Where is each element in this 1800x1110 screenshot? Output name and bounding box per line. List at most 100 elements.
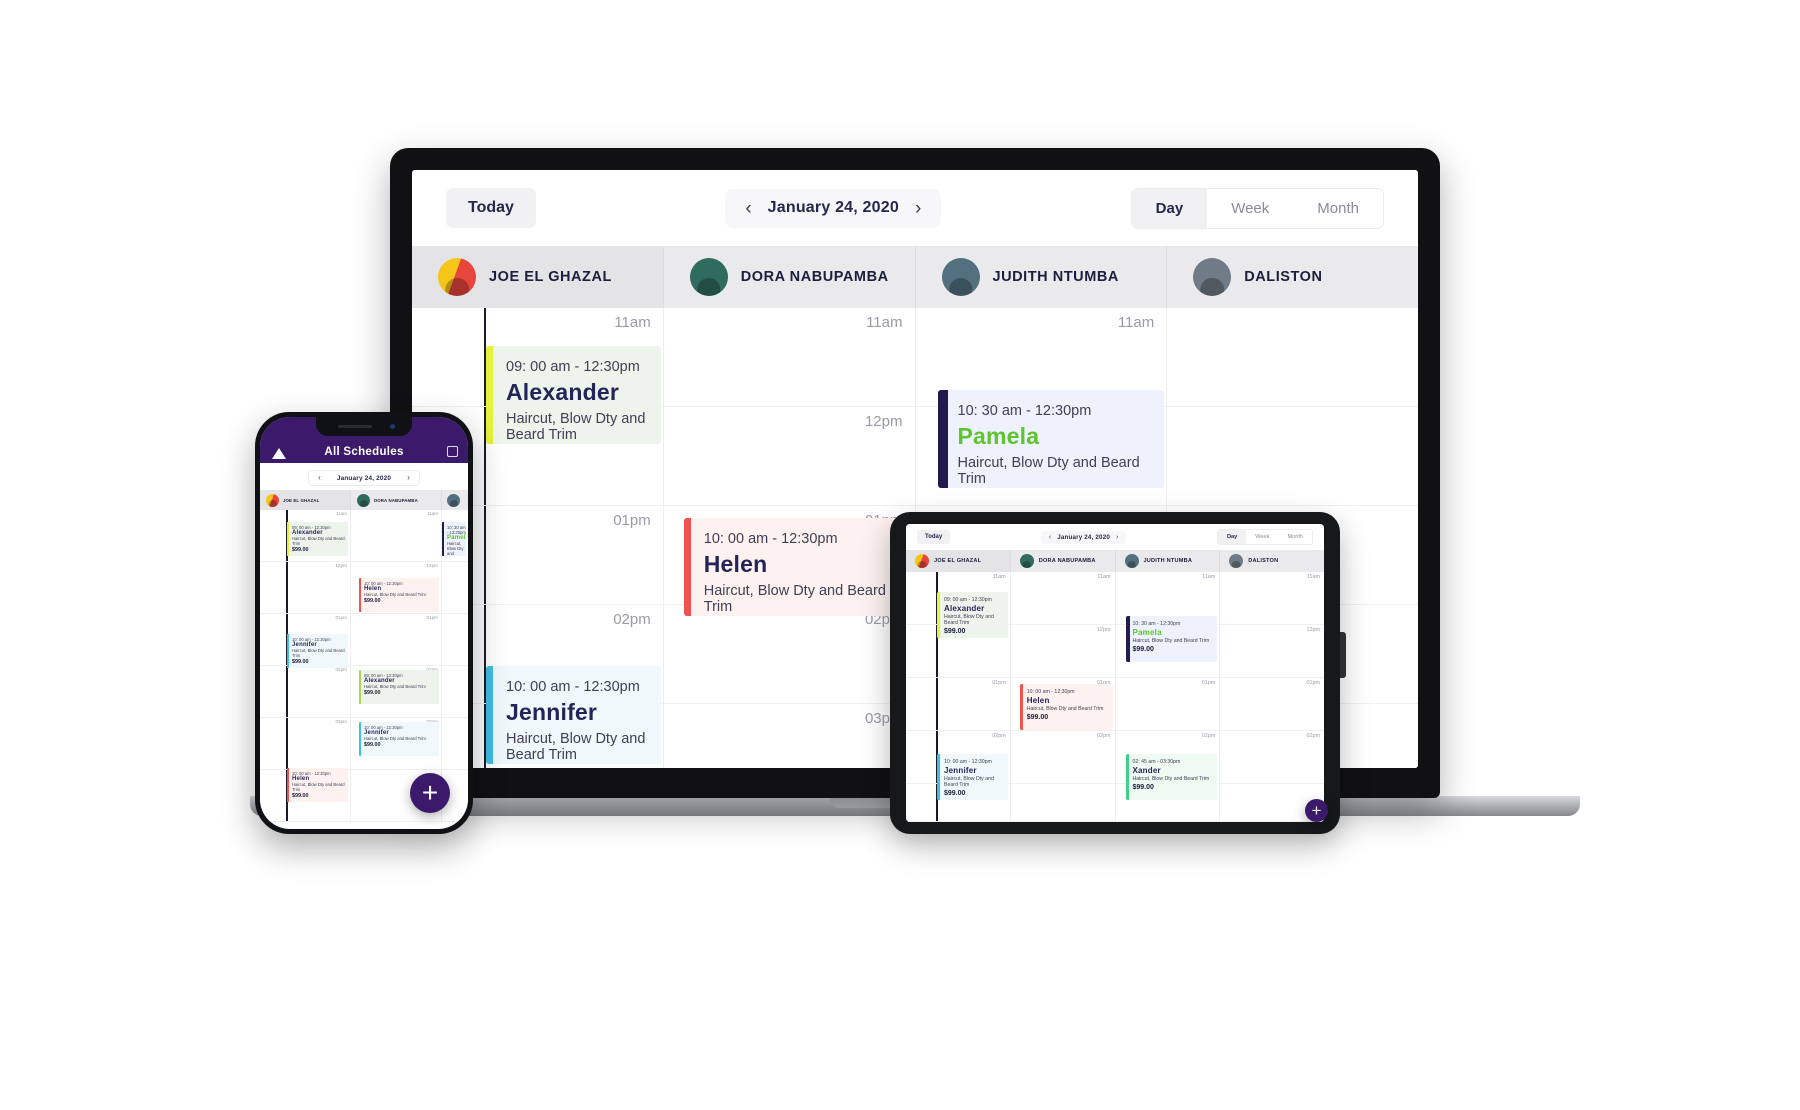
view-tab-month[interactable]: Month [1293,188,1383,228]
schedule-column-daliston[interactable]: 11am 12pm 01pm 02pm [1220,572,1324,822]
appointment-service: Haircut, Blow Dty and Beard Trim [447,541,464,556]
appointment-pamela[interactable]: 10: 30 am - 12:30pm Pamela Haircut, Blow… [1125,616,1218,662]
appointment-alexander[interactable]: 09: 00 am - 12:30pm Alexander Haircut, B… [287,522,348,556]
avatar-joe-el-ghazal [915,554,929,568]
appointment-helen[interactable]: 10: 00 am - 12:30pm Helen Haircut, Blow … [287,768,348,802]
time-label: 11am [1117,314,1155,331]
time-label: 02pm [1201,733,1216,739]
appointment-client: Pamela [957,423,1040,449]
appointment-service: Haircut, Blow Dty and Beard Trim [1132,776,1210,782]
next-day-icon[interactable]: › [915,199,921,218]
today-button[interactable]: Today [446,188,536,228]
appointment-jennifer[interactable]: 10: 00 am - 12:30pm Jennifer Haircut, Bl… [486,666,661,764]
today-button[interactable]: Today [917,530,951,544]
staff-name: DORA NABUPAMBA [374,497,418,503]
appointment-color-bar [683,518,691,616]
view-tab-month[interactable]: Month [1278,530,1312,544]
appointment-service: Haircut, Blow Dty and Beard Trim [364,592,426,597]
prev-day-icon[interactable]: ‹ [1049,534,1051,541]
appointment-color-bar [486,346,493,444]
appointment-client: Helen [1026,696,1050,705]
time-label: 02pm [992,733,1006,739]
view-tab-week[interactable]: Week [1246,530,1279,544]
appointment-price: $99.00 [364,690,381,696]
view-tab-day[interactable]: Day [1131,188,1208,228]
staff-column-joe-el-ghazal[interactable]: JOE EL GHAZAL [412,246,664,308]
appointment-price: $99.00 [1026,714,1049,721]
avatar-joe-el-ghazal [438,258,476,296]
schedule-grid: 11am 12pm 01pm 02pm 09: 00 am - 12:30pm … [906,572,1324,822]
schedule-column-joe[interactable]: 11am 12pm 01pm 02pm 09: 00 am - 12:30pm … [906,572,1011,822]
appointment-time: 10: 00 am - 12:30pm [944,759,992,765]
prev-day-icon[interactable]: ‹ [318,474,321,482]
time-label: 11am [1306,574,1320,580]
appointment-jennifer[interactable]: 10: 00 am - 12:30pm Jennifer Haircut, Bl… [287,634,348,668]
staff-name: DORA NABUPAMBA [1038,558,1096,564]
appointment-time: 10: 00 am - 12:30pm [1026,689,1075,695]
time-label: 01pm [1201,680,1216,686]
appointment-jennifer[interactable]: 10: 00 am - 12:30pm Jennifer Haircut, Bl… [359,722,439,756]
front-camera-icon [390,424,395,429]
staff-header-row: JOE EL GHAZAL DORA NABUPAMBA [260,490,468,510]
avatar-judith-ntumba [1124,554,1139,568]
appointment-helen[interactable]: 10: 00 am - 12:30pm Helen Haircut, Blow … [683,518,913,616]
staff-column-judith-ntumba[interactable]: JUDITH NTUMBA [916,246,1168,308]
appointment-service: Haircut, Blow Dty and Beard Trim [944,776,994,788]
prev-day-icon[interactable]: ‹ [745,199,751,218]
appointment-helen[interactable]: 10: 00 am - 12:30pm Helen Haircut, Blow … [1019,684,1113,730]
staff-column-dora-nabupamba[interactable]: DORA NABUPAMBA [1011,550,1116,572]
time-label: 11am [866,314,903,331]
appointment-alexander[interactable]: 09: 00 am - 12:30pm Alexander Haircut, B… [359,670,439,704]
staff-column-dora-nabupamba[interactable]: DORA NABUPAMBA [664,246,916,308]
schedule-column-dora[interactable]: 11am 12pm 01pm 02pm 10: 00 am - 12:30pm … [1010,572,1116,822]
appointment-time: 10: 00 am - 12:30pm [506,679,640,695]
appointment-alexander[interactable]: 09: 00 am - 12:30pm Alexander Haircut, B… [486,346,661,444]
appointment-pamela[interactable]: 10: 30 am - 12:30pm Pamela Haircut, Blow… [442,522,466,556]
view-tab-day[interactable]: Day [1217,530,1247,544]
list-menu-icon[interactable] [447,446,458,457]
current-date-label: January 24, 2020 [1057,533,1110,541]
staff-column-daliston[interactable]: DALISTON [1167,246,1418,308]
schedule-column-judith[interactable]: 11am 12pm 01pm 02pm 10: 30 am - 12:30pm … [1115,572,1221,822]
view-tab-week[interactable]: Week [1207,188,1294,228]
avatar-judith-ntumba [447,493,460,507]
avatar-dora-nabupamba [689,258,728,296]
next-day-icon[interactable]: › [1116,534,1118,541]
staff-column-daliston[interactable]: DALISTON [1220,550,1324,572]
schedule-column-dora[interactable]: 11am 12pm 01pm 02pm 03pm 10: 00 am - 12:… [663,308,916,768]
appointment-client: Alexander [944,604,985,613]
phone-date-bar: ‹ January 24, 2020 › [260,463,468,490]
staff-column-judith-ntumba[interactable]: JUDITH NTUMBA [1116,550,1221,572]
appointment-alexander[interactable]: 09: 00 am - 12:30pm Alexander Haircut, B… [937,592,1008,638]
appointment-service: Haircut, Blow Dty and Beard Trim [506,731,646,763]
appointment-price: $99.00 [292,793,309,799]
appointment-service: Haircut, Blow Dty and Beard Trim [1026,706,1104,712]
staff-column-joe-el-ghazal[interactable]: JOE EL GHAZAL [260,490,351,510]
schedule-column-joe[interactable]: 11am 12pm 01pm 02pm 03pm 09: 00 am - 12:… [260,510,351,822]
appointment-price: $99.00 [364,598,381,604]
staff-name: JUDITH NTUMBA [992,269,1119,285]
appointment-color-bar [937,592,940,638]
staff-column-joe-el-ghazal[interactable]: JOE EL GHAZAL [906,550,1011,572]
avatar-dora-nabupamba [357,493,370,507]
appointment-time: 10: 30 am - 12:30pm [447,525,466,535]
phone-device: All Schedules ‹ January 24, 2020 › JOE E… [255,412,473,834]
appointment-helen[interactable]: 10: 00 am - 12:30pm Helen Haircut, Blow … [359,578,439,612]
appointment-client: Alexander [506,379,620,405]
add-appointment-button[interactable]: + [410,773,450,813]
add-appointment-button[interactable]: + [1305,799,1328,822]
appointment-pamela[interactable]: 10: 30 am - 12:30pm Pamela Haircut, Blow… [937,390,1165,488]
speaker-grill-icon [338,425,372,428]
staff-name: JOE EL GHAZAL [934,558,982,564]
next-day-icon[interactable]: › [407,474,410,482]
time-label: 01pm [426,615,439,620]
appointment-xander[interactable]: 02: 45 am - 03:30pm Xander Haircut, Blow… [1125,754,1218,800]
appointment-client: Jennifer [944,766,977,775]
appointment-client: Xander [1132,766,1161,775]
tablet-power-button[interactable] [1340,632,1346,678]
staff-column-dora-nabupamba[interactable]: DORA NABUPAMBA [351,490,442,510]
schedule-column-judith[interactable]: 10: 30 am - 12:30pm Pamela Haircut, Blow… [442,510,468,822]
time-label: 03pm [335,719,348,724]
appointment-jennifer[interactable]: 10: 00 am - 12:30pm Jennifer Haircut, Bl… [937,754,1008,800]
staff-column-judith-ntumba[interactable] [442,490,468,510]
